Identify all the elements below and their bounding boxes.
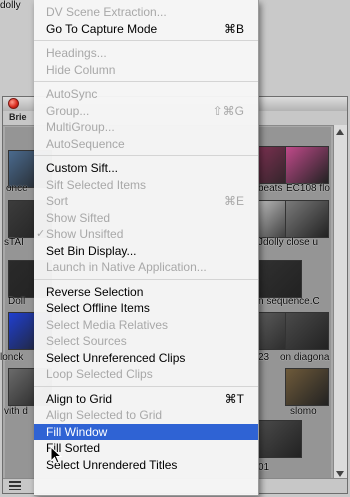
menu-item-headings: Headings... [34,45,258,62]
bin-fast-menu-icon[interactable] [9,481,21,490]
clip-thumbnail[interactable] [285,312,329,350]
clip-label[interactable]: EC108 flo [286,183,330,194]
bin-tab-label[interactable]: Brie [9,112,27,122]
menu-item-select-media-relatives: Select Media Relatives [34,317,258,334]
menu-item-label: Align to Grid [46,391,113,406]
menu-item-label: Select Unrendered Titles [46,457,178,472]
menu-item-autosequence: AutoSequence [34,136,258,153]
menu-separator [34,155,258,156]
menu-item-align-to-grid[interactable]: Align to Grid ⌘T [34,391,258,408]
checkmark-icon: ✓ [36,228,46,240]
clip-thumbnail[interactable] [285,146,329,184]
menu-item-label: Sort [46,194,69,208]
clip-label[interactable]: 01 [258,462,269,473]
menu-item-sift-selected-items: Sift Selected Items [34,177,258,194]
menu-item-sort: Sort ⌘E [34,193,258,210]
clip-thumbnail[interactable] [285,200,329,238]
menu-item-label: Go To Capture Mode [46,21,158,36]
menu-item-label: Loop Selected Clips [46,367,153,381]
menu-item-show-sifted: Show Sifted [34,210,258,227]
menu-item-group: Group... ⇧⌘G [34,103,258,120]
clip-label[interactable]: beats [258,183,282,194]
close-button[interactable] [8,98,19,109]
menu-item-label: Set Bin Display... [46,243,137,258]
menu-item-label: DV Scene Extraction... [46,5,167,19]
scroll-down-arrow-icon[interactable] [336,471,344,477]
clip-label[interactable]: slomo [290,406,317,417]
menu-item-label: AutoSequence [46,136,125,151]
menu-item-fill-window[interactable]: Fill Window [34,423,258,440]
menu-separator [34,81,258,82]
menu-item-align-selected-to-grid: Align Selected to Grid [34,407,258,424]
clip-label[interactable]: lonck [0,352,23,363]
menu-item-fill-sorted[interactable]: Fill Sorted [34,440,258,457]
clip-thumbnail[interactable] [258,420,302,458]
clip-thumbnail[interactable] [285,368,329,406]
menu-item-launch-in-native-application: Launch in Native Application... [34,259,258,276]
menu-separator [34,278,258,280]
menu-item-dv-scene-extraction: DV Scene Extraction... [34,4,258,21]
menu-shortcut: ⌘B [223,21,244,36]
menu-item-autosync: AutoSync [34,86,258,103]
menu-item-label: Custom Sift... [46,161,119,175]
menu-shortcut: ⌘T [224,391,244,406]
clip-label[interactable]: 23 [258,352,269,363]
clip-label[interactable]: Jdolly close u [258,237,318,248]
menu-item-label: Headings... [46,46,107,60]
menu-item-label: Select Offline Items [46,301,150,315]
menu-item-select-sources: Select Sources [34,333,258,350]
menu-item-label: MultiGroup... [46,120,115,134]
menu-item-label: Sift Selected Items [46,177,147,192]
scroll-up-arrow-icon[interactable] [336,129,344,135]
menu-shortcut: ⇧⌘G [212,103,244,118]
menu-item-label: Select Unreferenced Clips [46,350,186,365]
clip-label[interactable]: dolly [0,0,21,11]
menu-item-label: Launch in Native Application... [46,260,207,274]
menu-separator [34,40,258,41]
menu-item-label: Align Selected to Grid [46,408,163,422]
menu-item-select-offline-items[interactable]: Select Offline Items [34,300,258,317]
menu-item-label: Show Unsifted [46,227,124,241]
clip-label[interactable]: sTAI [4,237,24,248]
menu-item-select-unreferenced-clips[interactable]: Select Unreferenced Clips [34,350,258,367]
menu-item-label: Hide Column [46,62,116,77]
menu-item-label: Fill Window [46,424,108,439]
mouse-pointer-icon [50,446,62,464]
clip-label[interactable]: on diagona [280,352,330,363]
menu-item-show-unsifted: ✓ Show Unsifted [34,226,258,243]
menu-item-hide-column: Hide Column [34,62,258,79]
menu-item-label: Reverse Selection [46,284,144,299]
bin-context-menu: DV Scene Extraction... Go To Capture Mode… [34,0,259,496]
clip-label[interactable]: n sequence.C [258,296,320,307]
menu-item-label: Select Media Relatives [46,317,169,332]
menu-item-label: Group... [46,103,90,118]
menu-item-set-bin-display[interactable]: Set Bin Display... [34,243,258,260]
clip-label[interactable]: vith d [4,406,28,417]
menu-item-multigroup: MultiGroup... [34,119,258,136]
menu-shortcut: ⌘E [223,194,244,208]
clip-thumbnail[interactable] [258,260,302,298]
menu-item-select-unrendered-titles[interactable]: Select Unrendered Titles [34,457,258,474]
menu-separator [34,385,258,387]
menu-item-label: AutoSync [46,87,98,101]
vertical-scrollbar[interactable] [333,125,347,481]
menu-item-label: Show Sifted [46,210,111,225]
menu-item-loop-selected-clips: Loop Selected Clips [34,366,258,383]
menu-item-reverse-selection[interactable]: Reverse Selection [34,284,258,301]
menu-item-custom-sift[interactable]: Custom Sift... [34,160,258,177]
clip-label[interactable]: Doll [8,296,25,307]
menu-item-go-to-capture-mode[interactable]: Go To Capture Mode ⌘B [34,21,258,38]
clip-label[interactable]: once [6,183,28,194]
menu-item-label: Select Sources [46,334,127,348]
